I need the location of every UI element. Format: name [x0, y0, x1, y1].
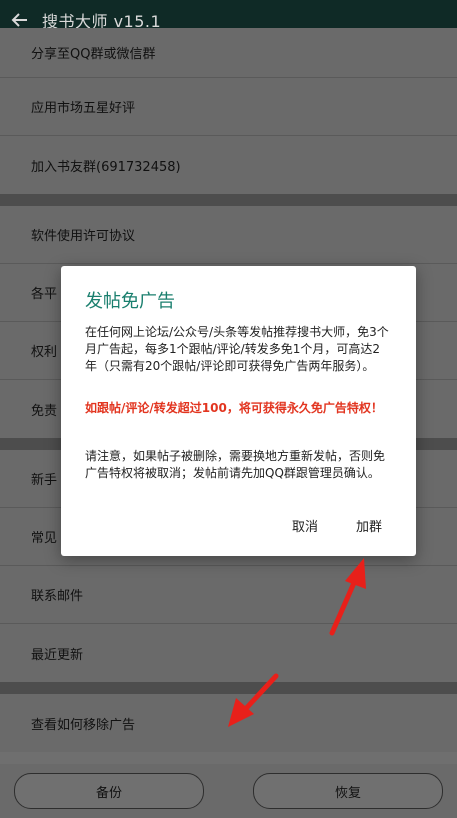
list-item[interactable]: 联系邮件 [0, 566, 457, 624]
list-item[interactable]: 分享至QQ群或微信群 [0, 28, 457, 78]
group-divider [0, 194, 457, 206]
list-item[interactable]: 加入书友群(691732458) [0, 136, 457, 194]
dialog-title: 发帖免广告 [85, 291, 175, 312]
list-item[interactable]: 应用市场五星好评 [0, 78, 457, 136]
settings-group: 查看如何移除广告 [0, 694, 457, 752]
dialog-notice-text: 请注意，如果帖子被删除，需要换地方重新发帖，否则免广告特权将被取消；发帖前请先加… [85, 449, 386, 480]
backup-button[interactable]: 备份 [14, 773, 204, 809]
join-group-button[interactable]: 加群 [356, 516, 382, 535]
group-divider [0, 682, 457, 694]
dialog-highlight-text: 如跟帖/评论/转发超过100，将可获得永久免广告特权！ [85, 401, 383, 415]
remove-ads-item[interactable]: 查看如何移除广告 [0, 694, 457, 752]
list-item[interactable]: 软件使用许可协议 [0, 206, 457, 264]
restore-button[interactable]: 恢复 [253, 773, 443, 809]
list-item[interactable]: 最近更新 [0, 624, 457, 682]
dialog-body-text: 在任何网上论坛/公众号/头条等发帖推荐搜书大师，免3个月广告起，每多1个跟帖/评… [85, 325, 389, 373]
ad-free-dialog: 发帖免广告 在任何网上论坛/公众号/头条等发帖推荐搜书大师，免3个月广告起，每多… [61, 266, 416, 556]
cancel-button[interactable]: 取消 [292, 516, 318, 535]
bottom-bar: 备份 恢复 [0, 764, 457, 818]
settings-group: 分享至QQ群或微信群 应用市场五星好评 加入书友群(691732458) [0, 28, 457, 194]
